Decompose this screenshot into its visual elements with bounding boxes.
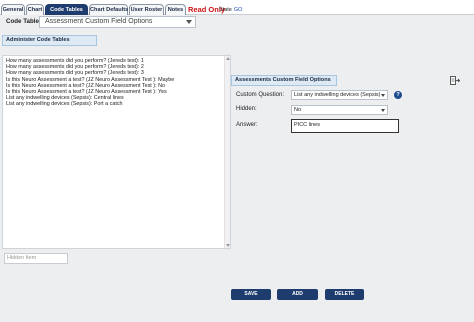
tab-bar: General Chart Code Tables Chart Defaults… xyxy=(0,0,474,15)
custom-question-value: List any indwelling devices (Sepsis) xyxy=(294,92,381,98)
hidden-value: No xyxy=(294,107,302,113)
chevron-down-icon xyxy=(381,109,385,112)
hidden-item-field[interactable]: Hidden Item xyxy=(4,253,68,264)
chevron-down-icon xyxy=(186,20,192,24)
answer-field[interactable]: PICC lines xyxy=(291,119,399,133)
state-go-link[interactable]: GO xyxy=(234,7,243,13)
scroll-down-icon[interactable] xyxy=(226,244,230,247)
tab-chart[interactable]: Chart xyxy=(26,4,44,15)
scroll-up-icon[interactable] xyxy=(226,57,230,60)
custom-question-select[interactable]: List any indwelling devices (Sepsis) xyxy=(291,90,388,100)
hidden-select[interactable]: No xyxy=(291,105,388,115)
state-label: State xyxy=(219,7,232,13)
custom-question-label: Custom Question: xyxy=(236,92,285,98)
export-icon[interactable] xyxy=(450,76,460,85)
help-icon[interactable]: ? xyxy=(394,91,402,99)
tab-user-roster[interactable]: User Roster xyxy=(129,4,164,15)
tab-notes[interactable]: Notes xyxy=(165,4,186,15)
list-scrollbar[interactable] xyxy=(224,56,230,248)
state-indicator: State GO xyxy=(219,6,242,15)
assessments-custom-field-options-header: Assessments Custom Field Options xyxy=(231,75,337,86)
chevron-down-icon xyxy=(381,94,385,97)
add-button[interactable]: ADD xyxy=(277,289,318,300)
code-table-value: Assessment Custom Field Options xyxy=(45,18,153,25)
code-table-label: Code Table: xyxy=(6,18,41,25)
code-table-select[interactable]: Assessment Custom Field Options xyxy=(39,16,196,28)
tab-code-tables[interactable]: Code Tables xyxy=(45,4,88,15)
tab-general[interactable]: General xyxy=(1,4,25,15)
hidden-label: Hidden: xyxy=(236,106,257,112)
delete-button[interactable]: DELETE xyxy=(325,289,364,300)
code-table-list[interactable]: How many assessments did you perform? (J… xyxy=(2,55,231,249)
save-button[interactable]: SAVE xyxy=(231,289,271,300)
list-item[interactable]: List any indwelling devices (Sepsis): Po… xyxy=(3,101,230,107)
tab-chart-defaults[interactable]: Chart Defaults xyxy=(89,4,128,15)
administer-code-tables-header: Administer Code Tables xyxy=(2,35,97,46)
answer-label: Answer: xyxy=(236,122,258,128)
